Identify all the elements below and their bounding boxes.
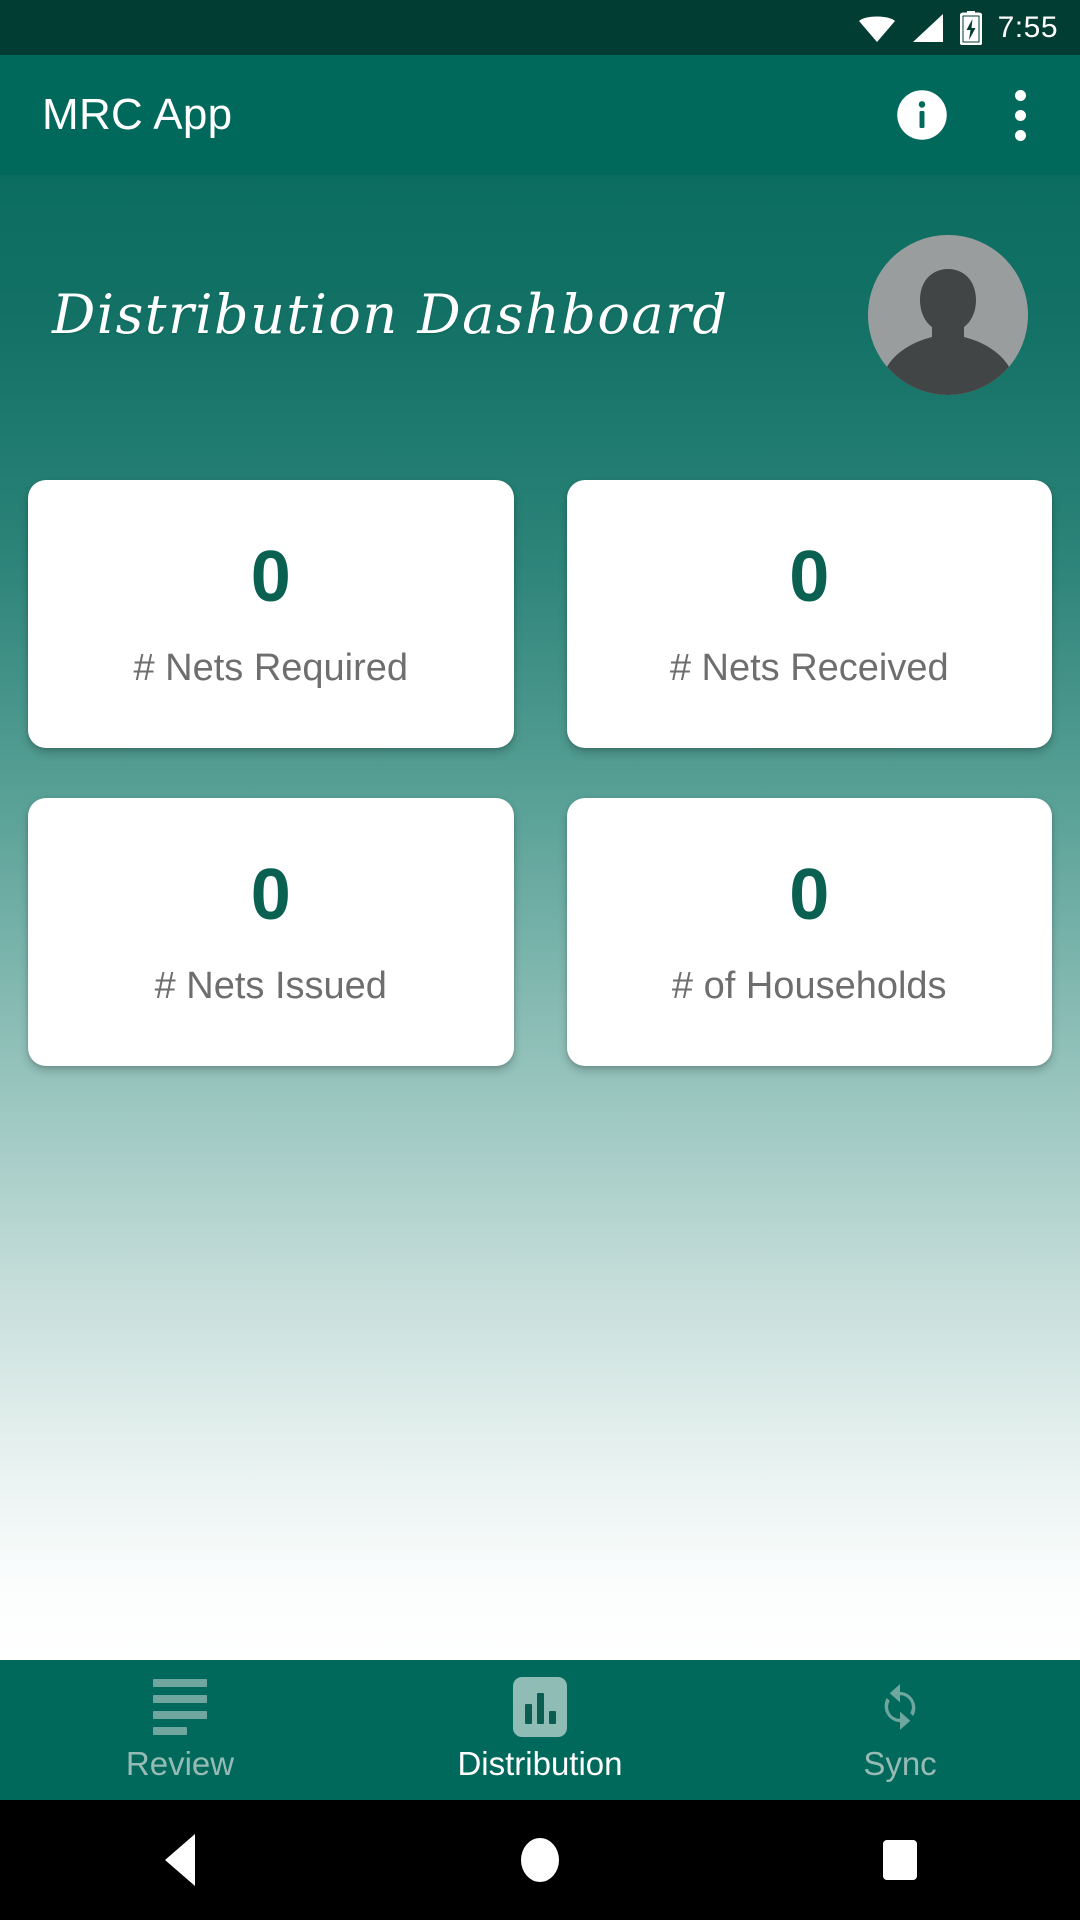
app-bar: MRC App [0, 55, 1080, 175]
stat-value: 0 [250, 855, 291, 935]
home-button[interactable] [360, 1838, 720, 1882]
info-button[interactable] [890, 83, 954, 147]
android-navigation-bar [0, 1800, 1080, 1920]
nav-item-review[interactable]: Review [0, 1660, 360, 1800]
wifi-icon [858, 16, 895, 42]
stat-value: 0 [250, 537, 291, 617]
bar-chart-icon [513, 1676, 567, 1737]
phone-screen: 7:55 MRC App Distribution Dashboard 0 # … [0, 0, 1080, 1920]
app-title: MRC App [42, 90, 233, 139]
stat-card-nets-required[interactable]: 0 # Nets Required [28, 480, 514, 748]
page-title: Distribution Dashboard [52, 283, 729, 347]
person-placeholder-icon [868, 235, 1028, 395]
stat-card-nets-issued[interactable]: 0 # Nets Issued [28, 798, 514, 1066]
stat-label: # of Households [671, 965, 947, 1007]
nav-label: Review [125, 1744, 235, 1782]
nav-label: Distribution [457, 1744, 623, 1782]
dashboard-header: Distribution Dashboard [0, 210, 1080, 420]
avatar[interactable] [868, 235, 1028, 395]
battery-charging-icon [959, 10, 982, 45]
stat-cards-grid: 0 # Nets Required 0 # Nets Received 0 # … [28, 480, 1052, 1066]
stat-value: 0 [789, 537, 830, 617]
nav-item-distribution[interactable]: Distribution [360, 1660, 720, 1800]
cell-signal-icon [912, 13, 943, 42]
status-bar-icons [858, 10, 982, 45]
list-icon [153, 1678, 207, 1735]
back-triangle-icon [165, 1834, 195, 1886]
stat-label: # Nets Issued [154, 965, 387, 1007]
stat-card-nets-received[interactable]: 0 # Nets Received [566, 480, 1052, 748]
nav-label: Sync [863, 1744, 937, 1782]
info-icon [897, 90, 947, 140]
sync-icon [872, 1681, 928, 1733]
recents-button[interactable] [720, 1840, 1080, 1880]
recents-square-icon [883, 1840, 917, 1880]
bottom-navigation: Review Distribution Sync [0, 1660, 1080, 1800]
stat-label: # Nets Received [669, 647, 949, 689]
app-bar-actions [890, 83, 1052, 147]
status-bar-clock: 7:55 [997, 10, 1058, 44]
sync-arrows-icon [884, 1683, 916, 1730]
nav-item-sync[interactable]: Sync [720, 1660, 1080, 1800]
back-button[interactable] [0, 1834, 360, 1886]
status-bar: 7:55 [0, 0, 1080, 55]
stat-label: # Nets Required [133, 647, 409, 689]
overflow-menu-button[interactable] [988, 83, 1052, 147]
overflow-menu-icon [1014, 89, 1026, 141]
dashboard-content: Distribution Dashboard 0 # Nets Required… [0, 175, 1080, 1660]
stat-value: 0 [789, 855, 830, 935]
home-circle-icon [521, 1838, 559, 1882]
stat-card-households[interactable]: 0 # of Households [566, 798, 1052, 1066]
